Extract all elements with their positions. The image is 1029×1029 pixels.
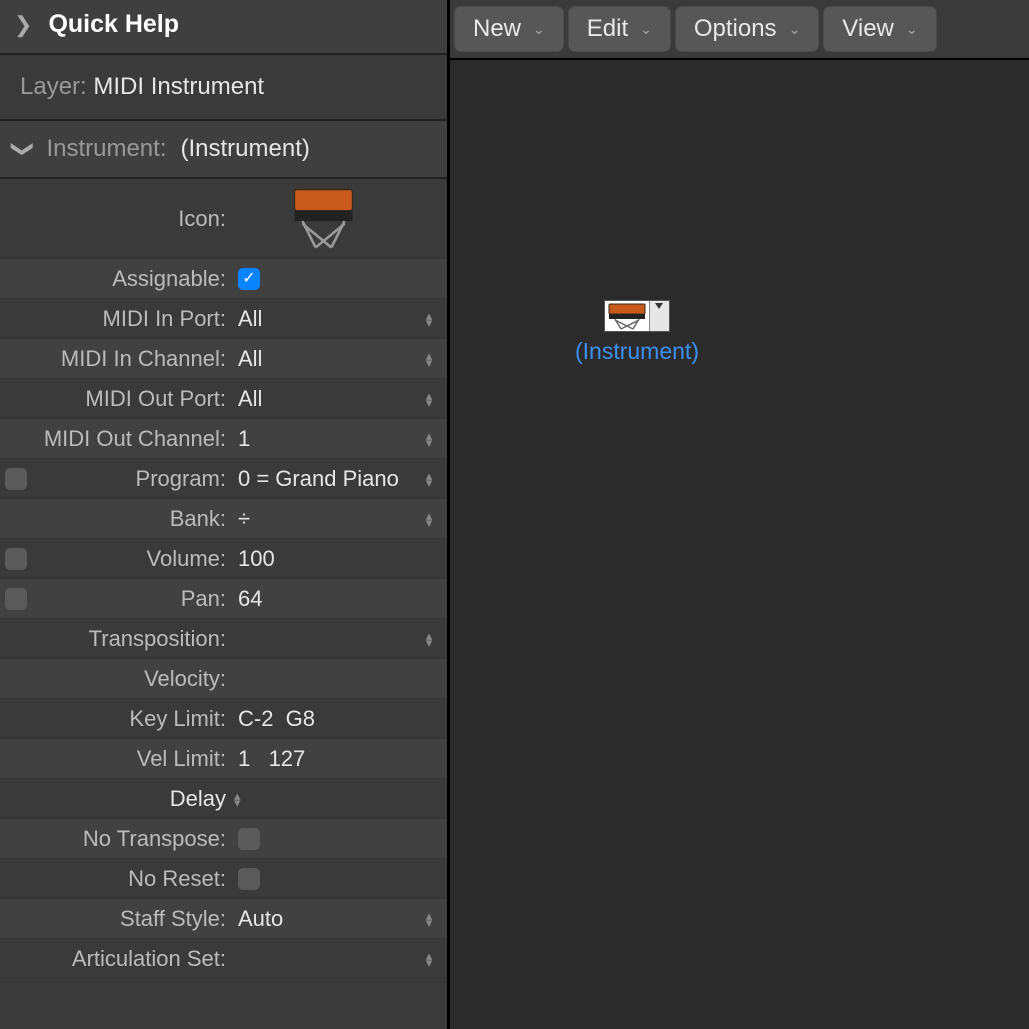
vel-limit-label: Vel Limit:	[32, 746, 232, 772]
velocity-label: Velocity:	[32, 666, 232, 692]
prop-icon: Icon:	[0, 179, 447, 259]
stepper-icon[interactable]: ▴▾	[426, 472, 433, 486]
articulation-set-label: Articulation Set:	[32, 946, 232, 972]
prop-no-reset: No Reset:	[0, 859, 447, 899]
pan-value[interactable]: 64	[232, 586, 411, 612]
prop-delay: Delay ▴▾	[0, 779, 447, 819]
chevron-right-icon: ❯	[14, 12, 32, 38]
synth-keyboard-icon	[236, 179, 411, 258]
view-label: View	[842, 15, 894, 43]
staff-style-label: Staff Style:	[32, 906, 232, 932]
no-reset-checkbox[interactable]	[238, 868, 260, 890]
midi-out-port-label: MIDI Out Port:	[32, 386, 232, 412]
key-limit-value[interactable]: C-2 G8	[232, 706, 411, 732]
midi-in-port-value[interactable]: All	[232, 306, 411, 332]
prop-midi-out-channel: MIDI Out Channel: 1 ▴▾	[0, 419, 447, 459]
midi-out-port-value[interactable]: All	[232, 386, 411, 412]
prop-vel-limit: Vel Limit: 1 127	[0, 739, 447, 779]
quick-help-title: Quick Help	[48, 10, 179, 39]
inspector-panel: ❯ Quick Help Layer: MIDI Instrument ❯ In…	[0, 0, 450, 1029]
stepper-icon[interactable]: ▴▾	[426, 632, 433, 646]
options-menu-button[interactable]: Options ⌄	[675, 6, 819, 52]
chevron-down-icon: ⌄	[789, 21, 801, 38]
edit-label: Edit	[587, 15, 628, 43]
stepper-icon[interactable]: ▴▾	[426, 912, 433, 926]
delay-label[interactable]: Delay	[32, 786, 232, 812]
chevron-down-icon: ⌄	[533, 21, 545, 38]
transposition-label: Transposition:	[32, 626, 232, 652]
prop-transposition: Transposition: ▴▾	[0, 619, 447, 659]
icon-picker[interactable]	[232, 179, 411, 258]
prop-icon-label: Icon:	[32, 206, 232, 232]
volume-checkbox[interactable]	[5, 548, 27, 570]
assignable-label: Assignable:	[32, 266, 232, 292]
instrument-value: (Instrument)	[180, 135, 309, 163]
stepper-icon[interactable]: ▴▾	[426, 392, 433, 406]
no-reset-label: No Reset:	[32, 866, 232, 892]
stepper-icon[interactable]: ▴▾	[426, 432, 433, 446]
node-output-port[interactable]	[649, 301, 669, 331]
prop-articulation-set: Articulation Set: ▴▾	[0, 939, 447, 979]
bank-value[interactable]: ÷	[232, 506, 411, 532]
instrument-label: Instrument:	[46, 135, 166, 163]
midi-in-port-label: MIDI In Port:	[32, 306, 232, 332]
prop-pan: Pan: 64	[0, 579, 447, 619]
volume-value[interactable]: 100	[232, 546, 411, 572]
assignable-checkbox[interactable]: ✓	[238, 268, 260, 290]
instrument-node-box[interactable]	[604, 300, 670, 332]
options-label: Options	[694, 15, 777, 43]
environment-canvas[interactable]: (Instrument)	[450, 60, 1029, 1029]
environment-panel: New ⌄ Edit ⌄ Options ⌄ View ⌄	[450, 0, 1029, 1029]
program-checkbox[interactable]	[5, 468, 27, 490]
edit-menu-button[interactable]: Edit ⌄	[568, 6, 671, 52]
instrument-node-label[interactable]: (Instrument)	[575, 338, 699, 365]
prop-program: Program: 0 = Grand Piano ▴▾	[0, 459, 447, 499]
prop-assignable: Assignable: ✓	[0, 259, 447, 299]
quick-help-header[interactable]: ❯ Quick Help	[0, 0, 447, 55]
instrument-node[interactable]: (Instrument)	[575, 300, 699, 365]
midi-in-channel-label: MIDI In Channel:	[32, 346, 232, 372]
stepper-icon[interactable]: ▴▾	[426, 512, 433, 526]
vel-limit-value[interactable]: 1 127	[232, 746, 411, 772]
prop-velocity: Velocity:	[0, 659, 447, 699]
prop-midi-in-channel: MIDI In Channel: All ▴▾	[0, 339, 447, 379]
prop-volume: Volume: 100	[0, 539, 447, 579]
stepper-icon[interactable]: ▴▾	[426, 952, 433, 966]
prop-no-transpose: No Transpose:	[0, 819, 447, 859]
chevron-down-icon: ⌄	[640, 21, 652, 38]
midi-in-channel-value[interactable]: All	[232, 346, 411, 372]
properties-list: Icon: Assignable: ✓	[0, 179, 447, 1029]
environment-toolbar: New ⌄ Edit ⌄ Options ⌄ View ⌄	[450, 0, 1029, 60]
program-label: Program:	[32, 466, 232, 492]
layer-label: Layer:	[20, 73, 87, 100]
program-value[interactable]: 0 = Grand Piano	[232, 466, 411, 492]
pan-label: Pan:	[32, 586, 232, 612]
pan-checkbox[interactable]	[5, 588, 27, 610]
prop-key-limit: Key Limit: C-2 G8	[0, 699, 447, 739]
bank-label: Bank:	[32, 506, 232, 532]
no-transpose-label: No Transpose:	[32, 826, 232, 852]
volume-label: Volume:	[32, 546, 232, 572]
midi-out-channel-label: MIDI Out Channel:	[32, 426, 232, 452]
prop-midi-in-port: MIDI In Port: All ▴▾	[0, 299, 447, 339]
prop-staff-style: Staff Style: Auto ▴▾	[0, 899, 447, 939]
synth-keyboard-icon	[605, 301, 649, 331]
prop-bank: Bank: ÷ ▴▾	[0, 499, 447, 539]
view-menu-button[interactable]: View ⌄	[823, 6, 936, 52]
prop-midi-out-port: MIDI Out Port: All ▴▾	[0, 379, 447, 419]
no-transpose-checkbox[interactable]	[238, 828, 260, 850]
stepper-icon[interactable]: ▴▾	[234, 792, 241, 806]
staff-style-value[interactable]: Auto	[232, 906, 411, 932]
layer-row[interactable]: Layer: MIDI Instrument	[0, 55, 447, 121]
instrument-header[interactable]: ❯ Instrument: (Instrument)	[0, 121, 447, 179]
key-limit-label: Key Limit:	[32, 706, 232, 732]
midi-out-channel-value[interactable]: 1	[232, 426, 411, 452]
chevron-down-icon: ❯	[10, 140, 36, 158]
stepper-icon[interactable]: ▴▾	[426, 352, 433, 366]
chevron-down-icon: ⌄	[906, 21, 918, 38]
new-label: New	[473, 15, 521, 43]
new-menu-button[interactable]: New ⌄	[454, 6, 564, 52]
stepper-icon[interactable]: ▴▾	[426, 312, 433, 326]
layer-value: MIDI Instrument	[93, 73, 264, 100]
